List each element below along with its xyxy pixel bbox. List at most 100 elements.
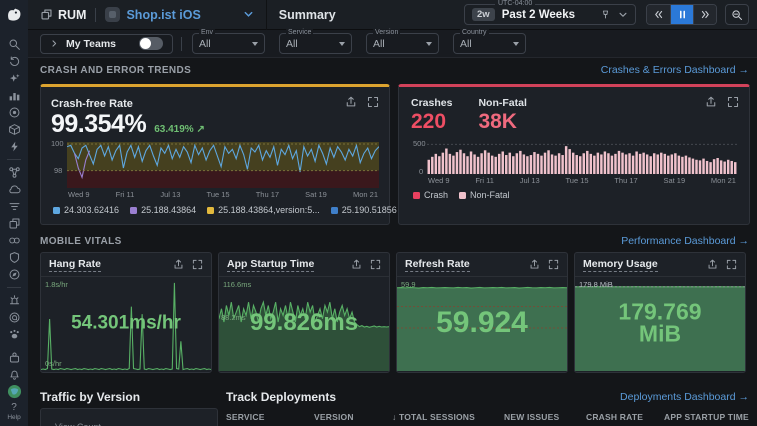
log-management-icon[interactable] <box>0 198 28 215</box>
expand-icon[interactable] <box>548 259 559 270</box>
filter-bar: My Teams Env All Service All Version All… <box>28 30 757 58</box>
legend-item[interactable]: 25.190.51856 <box>331 205 397 215</box>
y-axis-label: 179.8 MiB <box>579 280 613 289</box>
refresh-rate-value: 59.924 <box>397 309 567 338</box>
caret-down-icon <box>252 42 258 46</box>
pause-button[interactable] <box>670 5 693 24</box>
legend-item[interactable]: 25.188.43864,version:5... <box>207 205 320 215</box>
expand-icon[interactable] <box>367 96 379 108</box>
legend-swatch <box>53 207 60 214</box>
service-value: All <box>286 38 298 50</box>
service-map-icon[interactable] <box>0 164 28 181</box>
ci-visibility-icon[interactable] <box>0 232 28 249</box>
service-catalog-icon[interactable] <box>0 266 28 283</box>
rum-dashboard: ?Help RUM Shop.ist iOS Summary UTC-04:00… <box>0 0 757 426</box>
y-axis-label: 0s/hr <box>45 359 62 368</box>
service-dropdown[interactable]: Service All <box>279 33 352 54</box>
version-dropdown[interactable]: Version All <box>366 33 439 54</box>
x-axis-labels: Wed 9Fri 11Jul 13Tue 15Thu 17Sat 19Mon 2… <box>427 176 737 185</box>
dashboards-icon[interactable] <box>0 87 28 104</box>
forward-button[interactable] <box>693 5 716 24</box>
hang-rate-chart[interactable]: 1.8s/hr 0s/hr 54.301ms/hr <box>41 277 211 371</box>
app-startup-time-chart[interactable]: 116.6ms 88.2ms 99.826ms <box>219 277 389 371</box>
help-button[interactable]: ?Help <box>7 402 20 422</box>
export-icon[interactable] <box>705 96 717 108</box>
pin-icon[interactable] <box>600 9 611 20</box>
export-icon[interactable] <box>345 96 357 108</box>
rewind-button[interactable] <box>647 5 670 24</box>
memory-usage-title[interactable]: Memory Usage <box>583 258 658 272</box>
notifications-icon[interactable] <box>0 366 28 383</box>
playback-controls <box>646 4 717 25</box>
cloud-security-icon[interactable] <box>0 181 28 198</box>
expand-icon[interactable] <box>726 259 737 270</box>
legend-item[interactable]: Non-Fatal <box>459 190 510 200</box>
animals-icon[interactable] <box>0 326 28 343</box>
vitals-section-title: MOBILE VITALS <box>40 236 122 247</box>
zoom-out-button[interactable] <box>725 4 749 25</box>
top-header: RUM Shop.ist iOS Summary UTC-04:00 2w Pa… <box>28 0 757 30</box>
col-app-startup-time[interactable]: APP STARTUP TIME <box>664 412 750 422</box>
integrations-icon[interactable] <box>0 349 28 366</box>
history-icon[interactable] <box>0 53 28 70</box>
hang-rate-title[interactable]: Hang Rate <box>49 258 101 272</box>
col-version[interactable]: VERSION <box>314 412 392 422</box>
sidebar-divider <box>7 159 21 160</box>
monitors-icon[interactable] <box>0 292 28 309</box>
col-crash-rate[interactable]: CRASH RATE <box>586 412 664 422</box>
apm-icon[interactable] <box>0 104 28 121</box>
app-startup-time-value: 99.826ms <box>219 312 389 335</box>
legend-item[interactable]: Crash <box>413 190 448 200</box>
datadog-logo-icon[interactable] <box>4 5 24 24</box>
legend-swatch <box>207 207 214 214</box>
deployments-dashboard-link[interactable]: Deployments Dashboard → <box>620 391 749 403</box>
col-service[interactable]: SERVICE <box>226 412 314 422</box>
export-icon[interactable] <box>707 259 718 270</box>
user-avatar[interactable] <box>0 383 28 400</box>
performance-dashboard-link[interactable]: Performance Dashboard → <box>621 235 749 247</box>
error-tracking-icon[interactable] <box>0 309 28 326</box>
legend-swatch <box>331 207 338 214</box>
legend-item[interactable]: 24.303.62416 <box>53 205 119 215</box>
legend-item[interactable]: 25.188.43864 <box>130 205 196 215</box>
sidebar-divider <box>7 287 21 288</box>
expand-icon[interactable] <box>370 259 381 270</box>
export-icon[interactable] <box>173 259 184 270</box>
search-icon[interactable] <box>0 36 28 53</box>
crashes-card: Crashes 220 Non-Fatal 38K 500 0 Wed 9Fri… <box>398 84 750 225</box>
expand-icon[interactable] <box>192 259 203 270</box>
refresh-rate-title[interactable]: Refresh Rate <box>405 258 470 272</box>
y-axis-label: 116.6ms <box>223 280 251 289</box>
refresh-rate-chart[interactable]: 59.9 59.924 <box>397 277 567 371</box>
crashes-chart[interactable]: 500 0 <box>427 142 737 174</box>
country-dropdown[interactable]: Country All <box>453 33 526 54</box>
product-switcher[interactable]: RUM <box>40 8 86 22</box>
app-startup-time-title[interactable]: App Startup Time <box>227 258 314 272</box>
version-value: All <box>373 38 385 50</box>
help-label: Help <box>7 414 20 421</box>
security-icon[interactable] <box>0 249 28 266</box>
help-icon: ? <box>7 402 20 414</box>
caret-down-icon <box>339 42 345 46</box>
watchdog-icon[interactable] <box>0 70 28 87</box>
chevron-down-icon <box>618 10 628 20</box>
col-total-sessions[interactable]: ↓ TOTAL SESSIONS <box>392 412 504 422</box>
memory-usage-chart[interactable]: 179.8 MiB 179.769 MiB <box>575 277 745 371</box>
my-teams-toggle[interactable] <box>139 37 163 50</box>
expand-icon[interactable] <box>727 96 739 108</box>
application-selector[interactable]: Shop.ist iOS <box>105 7 253 22</box>
crash-free-rate-chart[interactable]: 100 98 <box>67 142 379 188</box>
export-icon[interactable] <box>351 259 362 270</box>
timezone-label: UTC-04:00 <box>495 0 535 7</box>
time-range-picker[interactable]: UTC-04:00 2w Past 2 Weeks <box>464 4 636 25</box>
col-new-issues[interactable]: NEW ISSUES <box>504 412 586 422</box>
rum-icon[interactable] <box>0 215 28 232</box>
events-icon[interactable] <box>0 138 28 155</box>
crashes-value: 220 <box>411 110 452 134</box>
crashes-errors-dashboard-link[interactable]: Crashes & Errors Dashboard → <box>601 64 749 76</box>
export-icon[interactable] <box>529 259 540 270</box>
infrastructure-icon[interactable] <box>0 121 28 138</box>
service-label: Service <box>286 29 313 36</box>
env-dropdown[interactable]: Env All <box>192 33 265 54</box>
my-teams-filter[interactable]: My Teams <box>40 34 173 54</box>
